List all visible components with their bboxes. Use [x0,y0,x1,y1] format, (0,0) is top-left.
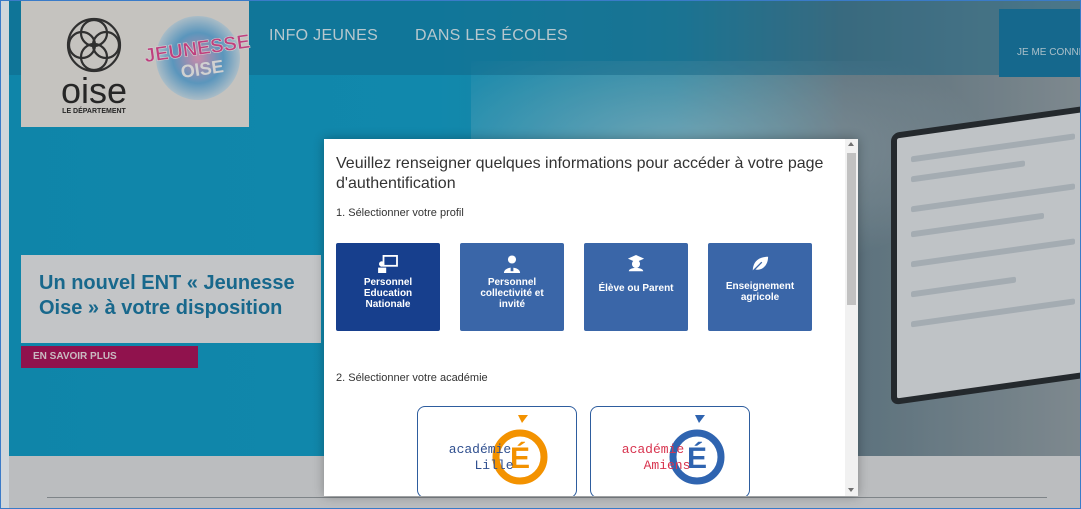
auth-modal: Veuillez renseigner quelques information… [324,139,858,496]
graduation-cap-icon [627,255,645,272]
scroll-thumb[interactable] [847,153,856,305]
profile-personnel-collectivite[interactable]: Personnel collectivité et invité [460,243,564,331]
staff-person-icon [503,255,521,273]
svg-text:Lille: Lille [474,458,513,473]
profile-personnel-education-nationale[interactable]: Personnel Education Nationale [336,243,440,331]
svg-text:Amiens: Amiens [644,458,691,473]
teacher-board-icon [378,255,398,273]
browser-viewport: oise LE DÉPARTEMENT JEUNESSE OISE INFO J… [0,0,1081,509]
scroll-down-icon[interactable] [848,488,854,492]
step2-label: 2. Sélectionner votre académie [336,372,488,384]
profile-enseignement-agricole[interactable]: Enseignement agricole [708,243,812,331]
profile-eleve-ou-parent[interactable]: Élève ou Parent [584,243,688,331]
academie-lille-logo: É académie Lille [449,415,548,485]
scroll-up-icon[interactable] [848,142,854,146]
modal-title: Veuillez renseigner quelques information… [336,155,824,192]
svg-text:académie: académie [622,442,684,457]
academie-lille-card[interactable]: É académie Lille [417,406,577,496]
academie-amiens-logo: É académie Amiens [622,415,725,485]
step1-label: 1. Sélectionner votre profil [336,207,464,219]
modal-scrollbar[interactable] [845,139,858,496]
svg-text:académie: académie [449,442,511,457]
academie-amiens-card[interactable]: É académie Amiens [590,406,750,496]
leaf-icon [751,256,769,273]
